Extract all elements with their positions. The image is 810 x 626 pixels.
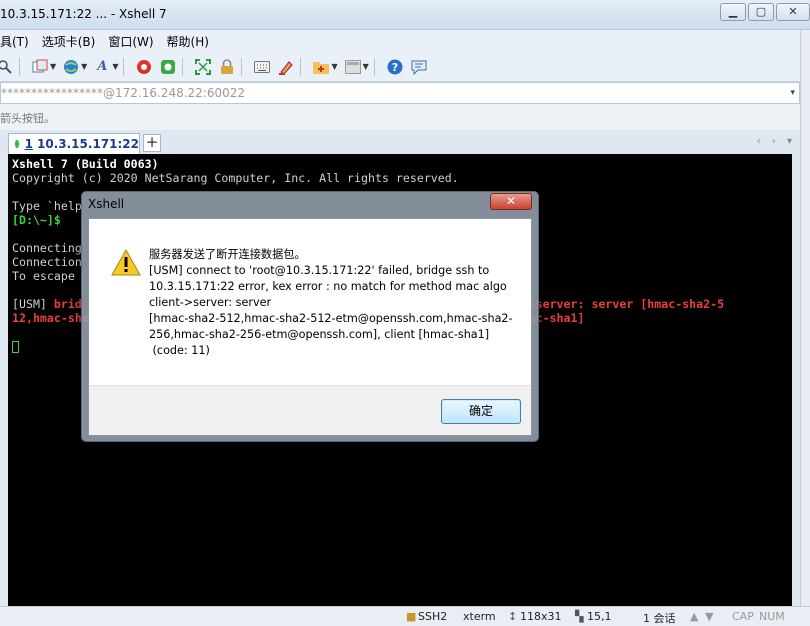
chevron-down-icon[interactable]: ▾ <box>790 88 795 98</box>
side-panel-edge <box>0 154 8 606</box>
status-caps: CAP <box>732 610 754 623</box>
toolbar: ▼ ▼ A ▼ ▼ ▼ ? <box>0 52 810 82</box>
toolbar-separator <box>373 57 375 76</box>
dialog-body: 服务器发送了断开连接数据包。 [USM] connect to 'root@10… <box>88 218 532 436</box>
dialog-message: 服务器发送了断开连接数据包。 [USM] connect to 'root@10… <box>149 247 519 359</box>
dialog-close-button[interactable]: ✕ <box>490 193 532 210</box>
cursor-pos-icon: ▚ <box>575 610 584 623</box>
dialog-title: Xshell <box>88 197 125 211</box>
window-controls: ▁ ▢ ✕ <box>718 3 810 21</box>
svg-text:?: ? <box>392 61 398 74</box>
globe-icon[interactable] <box>62 58 80 76</box>
status-protocol: SSH2 <box>418 610 448 623</box>
terminal-line: Copyright (c) 2020 NetSarang Computer, I… <box>12 171 459 185</box>
xshell-logo-icon[interactable] <box>135 58 153 76</box>
dialog-message-line: [USM] connect to 'root@10.3.15.171:22' f… <box>149 264 490 277</box>
toolbar-separator <box>19 57 20 76</box>
menu-bar: 具(T) 选项卡(B) 窗口(W) 帮助(H) <box>0 30 810 52</box>
address-value: *****************@172.16.248.22:60022 <box>1 86 246 100</box>
toolbar-separator <box>182 57 184 76</box>
chevron-down-icon[interactable]: ▼ <box>81 62 87 71</box>
lock-icon: ■ <box>406 610 417 623</box>
warning-icon <box>111 249 141 276</box>
terminal-cursor <box>12 340 19 353</box>
dialog-message-line: [hmac-sha2-512,hmac-sha2-512-etm@openssh… <box>149 312 513 325</box>
xftp-icon[interactable] <box>159 58 177 76</box>
window-close-button[interactable]: ✕ <box>776 3 810 21</box>
title-bar: 10.3.15.171:22 ... - Xshell 7 ▁ ▢ ✕ <box>0 0 810 30</box>
window-edge-scrollbar[interactable] <box>800 30 810 626</box>
new-window-icon[interactable] <box>31 58 49 76</box>
terminal-line: Xshell 7 (Build 0063) <box>12 157 159 171</box>
chevron-down-icon[interactable]: ▼ <box>331 62 337 71</box>
status-num: NUM <box>759 610 785 623</box>
dialog-message-line: 256,hmac-sha2-256-etm@openssh.com], clie… <box>149 328 490 341</box>
find-icon[interactable] <box>0 58 14 76</box>
new-tab-button[interactable]: + <box>143 134 161 152</box>
chevron-down-icon[interactable]: ▼ <box>50 62 56 71</box>
layout-icon[interactable] <box>344 58 362 76</box>
menu-help[interactable]: 帮助(H) <box>167 33 216 50</box>
toolbar-separator <box>123 57 125 76</box>
status-position: 15,1 <box>587 610 612 623</box>
dialog-message-line: (code: 11) <box>149 344 210 357</box>
address-bar[interactable]: *****************@172.16.248.22:60022 ▾ <box>0 82 800 104</box>
help-icon[interactable]: ? <box>386 58 404 76</box>
dialog-message-line: 服务器发送了断开连接数据包。 <box>149 248 306 261</box>
error-dialog: Xshell ✕ 服务器发送了断开连接数据包。 [USM] connect to… <box>81 191 539 442</box>
lock-icon[interactable] <box>218 58 236 76</box>
status-size: 118x31 <box>520 610 562 623</box>
chevron-down-icon[interactable]: ▼ <box>112 62 118 71</box>
tab-navigation[interactable]: ‹ › ▾ <box>757 136 796 147</box>
keyboard-icon[interactable] <box>253 58 271 76</box>
tab-label: 1 10.3.15.171:22 <box>24 137 139 151</box>
font-icon[interactable]: A <box>93 58 111 76</box>
toolbar-separator <box>300 57 302 76</box>
arrow-down-icon[interactable]: ▼ <box>705 610 713 623</box>
toolbar-separator <box>241 57 243 76</box>
menu-tabs[interactable]: 选项卡(B) <box>42 33 103 50</box>
resize-icon: ↕ <box>508 610 518 623</box>
status-bar: ■ SSH2 xterm ↕ 118x31 ▚ 15,1 1 会话 ▲ ▼ CA… <box>0 606 810 626</box>
menu-tools[interactable]: 具(T) <box>0 33 36 50</box>
fullscreen-icon[interactable] <box>194 58 212 76</box>
dialog-message-line: 10.3.15.171:22 error, kex error : no mat… <box>149 280 507 293</box>
add-folder-icon[interactable] <box>312 58 330 76</box>
menu-window[interactable]: 窗口(W) <box>108 33 160 50</box>
hint-text: 箭头按钮。 <box>0 112 55 125</box>
chat-icon[interactable] <box>410 58 428 76</box>
tab-session-1[interactable]: 1 10.3.15.171:22 <box>8 133 140 154</box>
status-terminal-type: xterm <box>463 610 496 623</box>
highlight-icon[interactable] <box>277 58 295 76</box>
window-title: 10.3.15.171:22 ... - Xshell 7 <box>0 7 167 21</box>
ok-button[interactable]: 确定 <box>441 399 521 424</box>
minimize-button[interactable]: ▁ <box>720 3 746 21</box>
status-sessions: 1 会话 <box>643 612 676 625</box>
dialog-message-line: client->server: server <box>149 296 272 309</box>
tab-bar: 1 10.3.15.171:22 + ‹ › ▾ <box>0 130 810 154</box>
arrow-up-icon[interactable]: ▲ <box>690 610 698 623</box>
connected-status-icon <box>15 140 19 148</box>
dialog-footer: 确定 <box>89 385 531 435</box>
hint-bar: 箭头按钮。 <box>0 104 810 130</box>
chevron-down-icon[interactable]: ▼ <box>363 62 369 71</box>
maximize-button[interactable]: ▢ <box>748 3 774 21</box>
